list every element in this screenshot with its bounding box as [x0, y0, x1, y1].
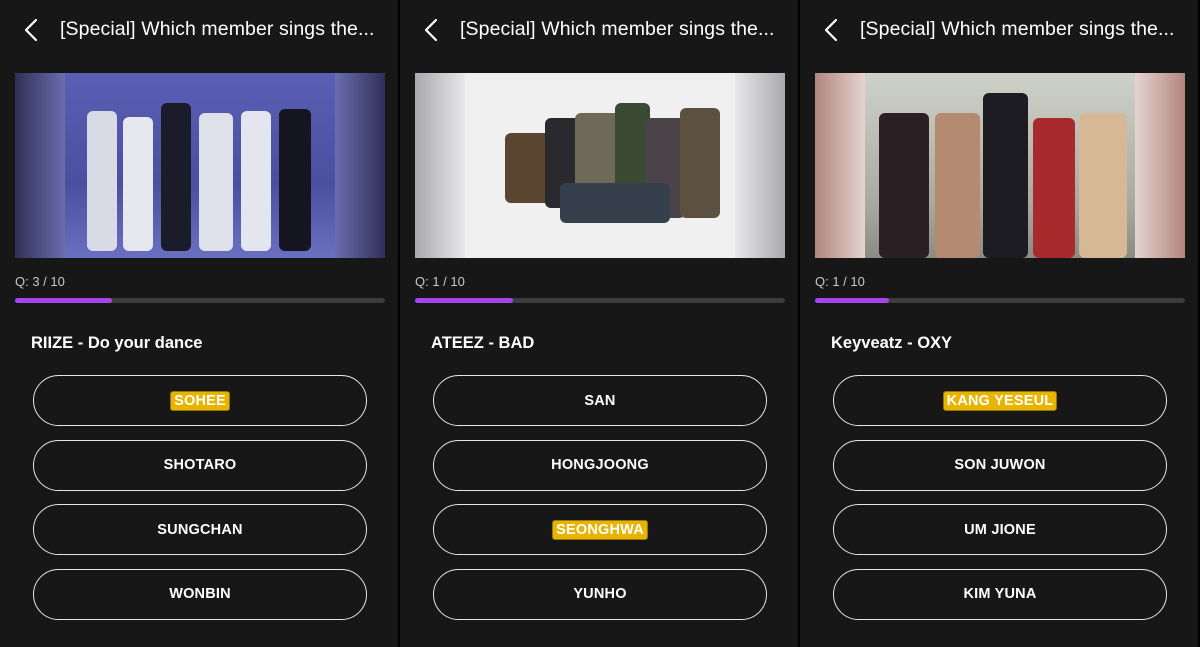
chevron-left-icon [24, 18, 38, 42]
question-counter: Q: 1 / 10 [815, 274, 865, 289]
group-photo [415, 73, 785, 258]
back-button[interactable] [820, 16, 842, 44]
app-header: [Special] Which member sings the... [400, 0, 798, 60]
answer-options: KANG YESEUL SON JUWON UM JIONE KIM YUNA [833, 375, 1167, 633]
app-header: [Special] Which member sings the... [800, 0, 1198, 60]
answer-option-3[interactable]: UM JIONE [833, 504, 1167, 555]
answer-option-4[interactable]: WONBIN [33, 568, 367, 620]
answer-options: SAN HONGJOONG SEONGHWA YUNHO [433, 375, 767, 633]
progress-bar [415, 298, 785, 303]
quiz-panel-1: [Special] Which member sings the... Q: 3… [0, 0, 398, 647]
progress-fill [415, 298, 513, 303]
answer-option-2[interactable]: SHOTARO [33, 439, 367, 491]
answer-option-3[interactable]: SEONGHWA [433, 504, 767, 555]
chevron-left-icon [824, 18, 838, 42]
group-photo [815, 73, 1185, 258]
quiz-panel-2: [Special] Which member sings the... Q: 1… [400, 0, 798, 647]
progress-bar [15, 298, 385, 303]
back-button[interactable] [420, 16, 442, 44]
answer-options: SOHEE SHOTARO SUNGCHAN WONBIN [33, 375, 367, 633]
answer-option-3[interactable]: SUNGCHAN [33, 504, 367, 555]
group-photo [15, 73, 385, 258]
screenshot-collage: [Special] Which member sings the... Q: 3… [0, 0, 1200, 647]
answer-option-4[interactable]: KIM YUNA [833, 568, 1167, 620]
song-title: RIIZE - Do your dance [31, 334, 203, 352]
chevron-left-icon [424, 18, 438, 42]
question-counter: Q: 3 / 10 [15, 274, 65, 289]
answer-option-1[interactable]: SAN [433, 375, 767, 426]
progress-bar [815, 298, 1185, 303]
song-title: Keyveatz - OXY [831, 334, 953, 352]
page-title: [Special] Which member sings the... [860, 18, 1175, 40]
progress-fill [15, 298, 112, 303]
app-header: [Special] Which member sings the... [0, 0, 398, 60]
answer-option-4[interactable]: YUNHO [433, 568, 767, 620]
answer-option-2[interactable]: HONGJOONG [433, 439, 767, 491]
progress-fill [815, 298, 889, 303]
question-counter: Q: 1 / 10 [415, 274, 465, 289]
quiz-panel-3: [Special] Which member sings the... Q: 1… [800, 0, 1198, 647]
answer-option-2[interactable]: SON JUWON [833, 439, 1167, 491]
answer-option-1[interactable]: SOHEE [33, 375, 367, 426]
back-button[interactable] [20, 16, 42, 44]
page-title: [Special] Which member sings the... [60, 18, 375, 40]
answer-option-1[interactable]: KANG YESEUL [833, 375, 1167, 426]
song-title: ATEEZ - BAD [431, 334, 535, 352]
page-title: [Special] Which member sings the... [460, 18, 775, 40]
